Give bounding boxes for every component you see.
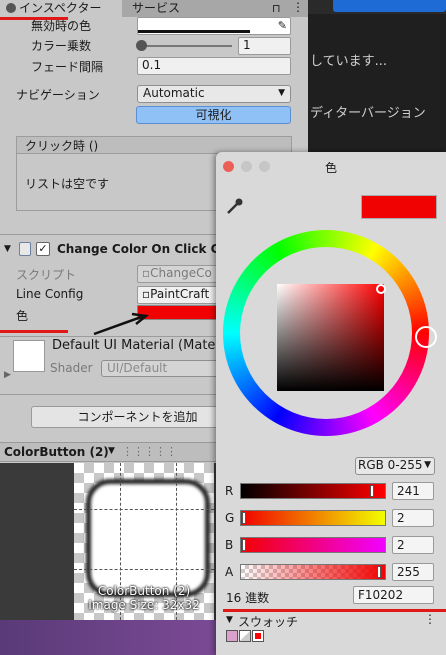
color-multiplier-input[interactable]: 1 — [238, 37, 291, 55]
hex-label: 16 進数 — [226, 591, 270, 605]
background-blue-button[interactable] — [333, 0, 446, 12]
preview-caption-name: ColorButton (2) — [97, 584, 191, 598]
channel-input-g[interactable]: 2 — [392, 509, 434, 527]
channel-slider-g[interactable] — [240, 510, 386, 526]
script-icon — [19, 242, 31, 256]
menu-icon[interactable]: ⋮ — [292, 0, 304, 14]
foldout-arrow-icon[interactable]: ▼ — [226, 615, 233, 625]
navigation-label: ナビゲーション — [16, 88, 100, 102]
red-underline — [223, 609, 446, 612]
hex-input[interactable]: F10202 — [353, 586, 434, 604]
background-bottom-bar — [0, 620, 216, 655]
shader-dropdown[interactable]: UI/Default — [101, 360, 222, 377]
red-underline — [0, 330, 68, 333]
color-mode-dropdown[interactable]: RGB 0-255 ▼ — [355, 457, 435, 475]
dropdown-arrow-icon: ▼ — [278, 88, 285, 98]
channel-label-a: A — [225, 565, 234, 579]
swatch[interactable] — [239, 630, 251, 642]
disabled-color-label: 無効時の色 — [31, 19, 92, 33]
hue-handle[interactable] — [415, 326, 437, 348]
swatches-label: スウォッチ — [238, 615, 299, 629]
add-component-button[interactable]: コンポーネントを追加 — [31, 406, 244, 428]
slice-guide — [74, 509, 214, 510]
eyedropper-icon[interactable] — [225, 196, 245, 216]
background-toolbar — [308, 0, 446, 14]
info-icon — [6, 3, 16, 13]
foldout-arrow-icon[interactable]: ▼ — [4, 244, 11, 254]
saturation-value-square[interactable] — [277, 284, 384, 391]
script-label: スクリプト — [16, 268, 77, 282]
swatch[interactable] — [226, 630, 238, 642]
script-field[interactable]: ▫ChangeCo — [137, 265, 222, 283]
picker-title: 色 — [324, 161, 337, 175]
foldout-arrow-icon[interactable]: ▶ — [4, 370, 11, 380]
channel-slider-handle[interactable] — [377, 566, 381, 578]
visualize-button[interactable]: 可視化 — [136, 106, 291, 124]
lineconfig-value: PaintCraft — [150, 287, 210, 301]
slice-guide — [74, 569, 214, 570]
channel-slider-handle[interactable] — [242, 512, 246, 524]
background-text: しています... — [310, 54, 388, 69]
color-mode-value: RGB 0-255 — [358, 458, 423, 472]
onclick-header-label: クリック時 () — [25, 139, 99, 153]
script-value: ChangeCo — [150, 266, 212, 280]
swatches-menu-icon[interactable]: ⋮ — [424, 612, 436, 626]
background-text: ディターバージョン — [310, 106, 426, 121]
navigation-dropdown[interactable]: Automatic ▼ — [137, 85, 291, 103]
channel-label-r: R — [225, 484, 234, 498]
channel-slider-r[interactable] — [240, 483, 386, 499]
disabled-color-field[interactable]: ✎ — [137, 17, 291, 35]
channel-input-b[interactable]: 2 — [392, 536, 434, 554]
channel-slider-handle[interactable] — [370, 485, 374, 497]
lineconfig-label: Line Config — [16, 287, 84, 301]
tab-services-label: サービス — [132, 1, 181, 15]
sv-handle[interactable] — [376, 284, 386, 294]
lineconfig-field[interactable]: ▫PaintCraft — [137, 286, 222, 304]
eyedropper-icon[interactable]: ✎ — [278, 18, 287, 33]
current-color-swatch — [361, 195, 437, 219]
channel-input-a[interactable]: 255 — [392, 563, 434, 581]
tab-inspector[interactable]: インスペクター — [0, 0, 122, 17]
preview-title[interactable]: ColorButton (2) — [4, 445, 109, 459]
preview-caption-size: Image Size: 32x32 — [88, 598, 200, 612]
onclick-header: クリック時 () — [16, 136, 292, 153]
material-thumbnail — [13, 340, 45, 372]
lock-icon[interactable]: ⊓ — [272, 2, 281, 15]
button-sprite-preview — [86, 479, 210, 597]
channel-slider-handle[interactable] — [242, 539, 246, 551]
channel-input-r[interactable]: 241 — [392, 482, 434, 500]
swatch[interactable] — [252, 630, 264, 642]
fade-duration-input[interactable]: 0.1 — [137, 57, 291, 75]
channel-slider-b[interactable] — [240, 537, 386, 553]
fade-duration-label: フェード間隔 — [31, 60, 104, 74]
color-picker-window: 色 RGB 0-255 ▼ R 241 G 2 B 2 A 255 16 進数 F10202 ▼… — [216, 152, 446, 655]
dropdown-arrow-icon: ▼ — [424, 460, 431, 470]
list-empty-text: リストは空です — [25, 177, 110, 191]
component-title: Change Color On Click C — [57, 242, 220, 256]
tab-bar: インスペクター サービス ⊓ ⋮ — [0, 0, 308, 17]
tab-services[interactable]: サービス — [126, 0, 236, 17]
color-label: 色 — [16, 309, 29, 323]
color-multiplier-label: カラー乗数 — [31, 39, 92, 53]
channel-label-g: G — [225, 511, 235, 525]
shader-label: Shader — [50, 361, 93, 375]
slider-handle[interactable] — [136, 40, 147, 51]
material-name: Default UI Material (Mater — [52, 338, 221, 353]
tab-inspector-label: インスペクター — [19, 1, 102, 15]
dropdown-arrow-icon[interactable]: ▼ — [108, 446, 115, 456]
navigation-value: Automatic — [143, 86, 205, 100]
color-multiplier-slider[interactable] — [140, 45, 232, 47]
preview-handle-icon[interactable]: ⋮⋮⋮⋮⋮ — [122, 445, 177, 458]
channel-slider-a[interactable] — [240, 564, 386, 580]
component-enabled-checkbox[interactable]: ✓ — [36, 242, 50, 256]
channel-label-b: B — [225, 538, 234, 552]
arrow-annotation-icon — [93, 312, 150, 336]
